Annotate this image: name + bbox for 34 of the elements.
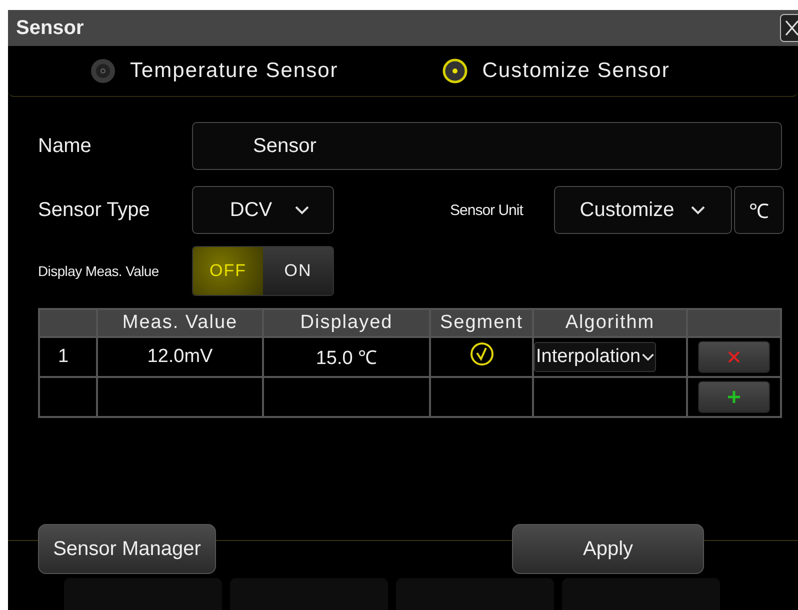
- row-number: 1: [39, 337, 97, 377]
- delete-button[interactable]: [698, 341, 770, 373]
- table-cell: 12.0mV: [97, 337, 263, 377]
- apply-button[interactable]: Apply: [512, 524, 704, 574]
- field-label: Sensor Unit: [450, 202, 524, 218]
- chevron-down-icon: [640, 352, 655, 362]
- radio-option[interactable]: Temperature Sensor: [90, 58, 338, 84]
- plus-icon: [727, 390, 741, 404]
- column-header: Segment: [430, 309, 533, 337]
- name-field[interactable]: Sensor: [192, 122, 782, 170]
- column-header: Displayed: [263, 309, 430, 337]
- sensor-type-dropdown[interactable]: DCV: [192, 186, 334, 234]
- header-cell: [39, 309, 97, 337]
- close-icon: [728, 351, 740, 363]
- chevron-down-icon: [294, 205, 310, 215]
- radio-option[interactable]: Customize Sensor: [442, 58, 670, 84]
- table-cell: 15.0 ℃: [263, 337, 430, 377]
- field-label: Display Meas. Value: [38, 263, 160, 279]
- column-header: Algorithm: [533, 309, 687, 337]
- sensor-unit-dropdown[interactable]: Customize: [554, 186, 732, 234]
- window-title: Sensor: [15, 16, 84, 40]
- field-label: Name: [38, 134, 92, 158]
- close-button[interactable]: [780, 14, 798, 42]
- unit-field[interactable]: ℃: [734, 186, 784, 234]
- sensor-manager-button[interactable]: Sensor Manager: [38, 524, 216, 574]
- column-header: Meas. Value: [97, 309, 263, 337]
- chevron-down-icon: [690, 205, 706, 215]
- toggle-option[interactable]: ON: [263, 247, 333, 295]
- table-cell: [39, 377, 97, 417]
- toggle-option[interactable]: OFF: [193, 247, 263, 295]
- algorithm-dropdown[interactable]: Interpolation: [534, 342, 656, 372]
- add-button[interactable]: [698, 381, 770, 413]
- close-icon: [785, 20, 798, 36]
- field-label: Sensor Type: [38, 198, 151, 222]
